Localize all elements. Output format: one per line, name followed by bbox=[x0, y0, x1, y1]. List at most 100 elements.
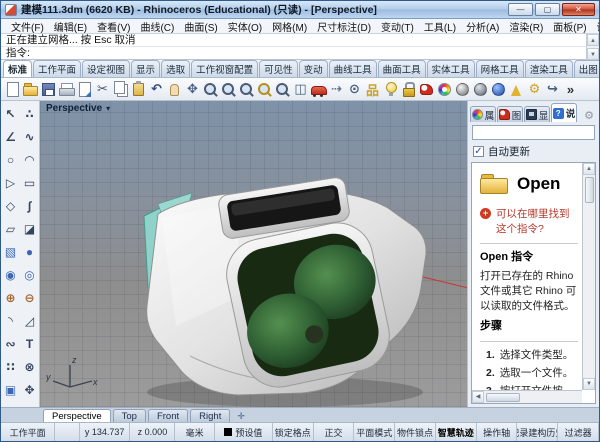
curve-boolean-tool-icon[interactable]: ⊗ bbox=[20, 355, 39, 378]
open-file-icon[interactable] bbox=[22, 81, 39, 98]
tab-properties[interactable]: 属 bbox=[470, 106, 496, 122]
menu-item-8[interactable]: 变动(T) bbox=[376, 19, 419, 34]
boolean-difference-tool-icon[interactable]: ⊖ bbox=[20, 286, 39, 309]
torus-tool-icon[interactable]: ◎ bbox=[20, 263, 39, 286]
toolbar-tab-6[interactable]: 可见性 bbox=[259, 60, 298, 77]
lock-icon[interactable] bbox=[400, 81, 417, 98]
copy-view-icon[interactable] bbox=[76, 81, 93, 98]
text-tool-icon[interactable]: T bbox=[20, 332, 39, 355]
viewport-menu-arrow-icon[interactable]: ▾ bbox=[106, 104, 110, 113]
lamp-icon[interactable] bbox=[382, 81, 399, 98]
tab-help[interactable]: 说 bbox=[551, 103, 577, 122]
render-vehicle-icon[interactable] bbox=[310, 81, 327, 98]
toolbar-tab-8[interactable]: 曲线工具 bbox=[329, 60, 377, 77]
perspective-viewport[interactable]: Perspective ▾ bbox=[40, 101, 467, 407]
freeform-curve-tool-icon[interactable]: ∫ bbox=[20, 194, 39, 217]
command-prompt[interactable]: 指令: bbox=[1, 47, 599, 60]
menu-item-2[interactable]: 查看(V) bbox=[92, 19, 135, 34]
viewport-tab-top[interactable]: Top bbox=[113, 409, 146, 422]
polyline-tool-icon[interactable]: ∠ bbox=[1, 125, 20, 148]
zoom-dynamic-icon[interactable] bbox=[202, 81, 219, 98]
help-scroll-thumb[interactable] bbox=[585, 177, 594, 203]
shaded-mode-icon[interactable] bbox=[454, 81, 471, 98]
help-scroll-down-icon[interactable]: ▼ bbox=[583, 378, 595, 390]
rendered-mode-icon[interactable] bbox=[490, 81, 507, 98]
paste-icon[interactable] bbox=[130, 81, 147, 98]
maximize-button[interactable]: ▢ bbox=[535, 3, 560, 16]
menu-item-9[interactable]: 工具(L) bbox=[419, 19, 461, 34]
command-area[interactable]: 正在建立网格... 按 Esc 取消 指令: ▲ ▼ bbox=[1, 34, 599, 60]
tab-layers[interactable]: 图 bbox=[497, 106, 523, 122]
boolean-union-tool-icon[interactable]: ⊕ bbox=[1, 286, 20, 309]
command-scrollbar[interactable]: ▲ ▼ bbox=[586, 34, 599, 60]
coordinate-y-pane[interactable]: y 134.737 bbox=[80, 423, 131, 441]
menu-item-4[interactable]: 曲面(S) bbox=[179, 19, 222, 34]
sphere-tool-icon[interactable]: ● bbox=[20, 240, 39, 263]
new-viewport-tab-icon[interactable]: ✛ bbox=[232, 411, 250, 422]
help-hscroll-thumb[interactable] bbox=[486, 393, 520, 402]
close-button[interactable]: ✕ bbox=[562, 3, 595, 16]
units-pane[interactable]: 毫米 bbox=[175, 423, 214, 441]
viewport-title[interactable]: Perspective ▾ bbox=[46, 103, 110, 114]
where-to-find-link[interactable]: 可以在哪里找到这个指令? bbox=[480, 207, 578, 237]
menu-item-10[interactable]: 分析(A) bbox=[461, 19, 504, 34]
help-search-input[interactable] bbox=[472, 125, 595, 140]
history-link-icon[interactable]: ↪ bbox=[544, 81, 561, 98]
scroll-down-icon[interactable]: ▼ bbox=[587, 48, 599, 60]
toggle-1[interactable]: 正交 bbox=[314, 423, 355, 441]
coordinate-x-pane[interactable] bbox=[55, 423, 80, 441]
select-tool-icon[interactable]: ↖ bbox=[1, 102, 20, 125]
undo-icon[interactable]: ↶ bbox=[148, 81, 165, 98]
new-file-icon[interactable] bbox=[4, 81, 21, 98]
toolbar-tab-12[interactable]: 渲染工具 bbox=[525, 60, 573, 77]
chamfer-tool-icon[interactable]: ◿ bbox=[20, 309, 39, 332]
minimize-button[interactable]: — bbox=[508, 3, 533, 16]
polygon-tool-icon[interactable]: ◇ bbox=[1, 194, 20, 217]
copy-icon[interactable] bbox=[112, 81, 129, 98]
blend-curve-tool-icon[interactable]: ∾ bbox=[1, 332, 20, 355]
color-wheel-icon[interactable] bbox=[436, 81, 453, 98]
auto-update-row[interactable]: 自动更新 bbox=[468, 142, 599, 162]
toolbar-more-icon[interactable]: » bbox=[562, 81, 579, 98]
cplane-pane[interactable]: 工作平面 bbox=[1, 423, 55, 441]
toolbar-tab-13[interactable]: 出图 bbox=[574, 60, 600, 77]
help-horizontal-scrollbar[interactable]: ◀ bbox=[472, 390, 582, 403]
cylinder-tool-icon[interactable]: ◉ bbox=[1, 263, 20, 286]
toolbar-tab-1[interactable]: 工作平面 bbox=[33, 60, 81, 77]
toggle-3[interactable]: 物件锁点 bbox=[395, 423, 436, 441]
toggle-7[interactable]: 过滤器 bbox=[558, 423, 599, 441]
menu-item-13[interactable]: 说明(H) bbox=[592, 19, 600, 34]
arc-tool-icon[interactable]: ◠ bbox=[20, 148, 39, 171]
rhino-render-icon[interactable] bbox=[418, 81, 435, 98]
expand-plus-icon[interactable] bbox=[480, 208, 491, 219]
toolbar-tab-3[interactable]: 显示 bbox=[131, 60, 160, 77]
fillet-tool-icon[interactable]: ◝ bbox=[1, 309, 20, 332]
options-gear-icon[interactable]: ⚙ bbox=[526, 81, 543, 98]
save-icon[interactable] bbox=[40, 81, 57, 98]
help-scroll-left-icon[interactable]: ◀ bbox=[472, 391, 484, 403]
toggle-4[interactable]: 智慧轨迹 bbox=[436, 423, 477, 441]
notification-cone-icon[interactable] bbox=[508, 81, 525, 98]
coordinate-z-pane[interactable]: z 0.000 bbox=[130, 423, 175, 441]
zoom-previous-icon[interactable] bbox=[274, 81, 291, 98]
move-tool-icon[interactable]: ✥ bbox=[20, 378, 39, 401]
toggle-6[interactable]: 记录建构历史 bbox=[517, 423, 558, 441]
menu-item-6[interactable]: 网格(M) bbox=[267, 19, 312, 34]
help-vertical-scrollbar[interactable]: ▲ ▼ bbox=[582, 163, 595, 390]
toolbar-tab-2[interactable]: 设定视图 bbox=[82, 60, 130, 77]
viewport-tab-right[interactable]: Right bbox=[190, 409, 230, 422]
patch-surface-tool-icon[interactable]: ◪ bbox=[20, 217, 39, 240]
zoom-window-icon[interactable] bbox=[220, 81, 237, 98]
title-bar[interactable]: 建模111.3dm (6620 KB) - Rhinoceros (Educat… bbox=[1, 1, 599, 19]
help-scroll-up-icon[interactable]: ▲ bbox=[583, 163, 595, 175]
auto-update-checkbox[interactable] bbox=[473, 146, 484, 157]
toolbar-tab-11[interactable]: 网格工具 bbox=[476, 60, 524, 77]
block-manager-icon[interactable]: 品 bbox=[364, 81, 381, 98]
toolbar-tab-5[interactable]: 工作视窗配置 bbox=[191, 60, 258, 77]
tab-display[interactable]: 显 bbox=[524, 106, 550, 122]
menu-item-1[interactable]: 编辑(E) bbox=[49, 19, 92, 34]
group-tool-icon[interactable]: ▣ bbox=[1, 378, 20, 401]
box-tool-icon[interactable]: ▧ bbox=[1, 240, 20, 263]
viewport-layout-icon[interactable]: ◫ bbox=[292, 81, 309, 98]
curve-tool-icon[interactable]: ∿ bbox=[20, 125, 39, 148]
